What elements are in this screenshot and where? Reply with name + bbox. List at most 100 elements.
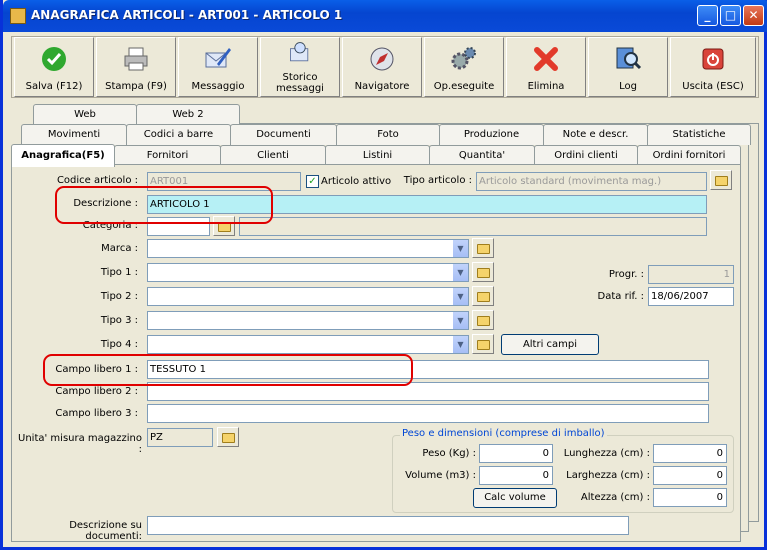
title-bar[interactable]: ANAGRAFICA ARTICOLI - ART001 - ARTICOLO … (3, 0, 767, 32)
close-button[interactable]: ✕ (743, 5, 764, 26)
message-search-icon (290, 42, 309, 62)
folder-icon (477, 244, 490, 254)
folder-icon (477, 268, 490, 278)
larghezza-field[interactable]: 0 (653, 466, 727, 485)
message-history-button[interactable]: Storico messaggi (260, 37, 340, 97)
annotation-ring-descrizione (55, 186, 273, 224)
tab-note-e-descr[interactable]: Note e descr. (543, 124, 648, 145)
tab-anagrafica[interactable]: Anagrafica(F5) (11, 144, 115, 167)
articolo-attivo-label: Articolo attivo (321, 176, 392, 187)
unita-misura-field[interactable]: PZ (147, 428, 213, 447)
tab-statistiche[interactable]: Statistiche (647, 124, 751, 145)
navigator-button[interactable]: Navigatore (342, 37, 422, 97)
operations-button[interactable]: Op.eseguite (424, 37, 504, 97)
delete-button[interactable]: Elimina (506, 37, 586, 97)
save-label: Salva (F12) (25, 81, 83, 92)
categoria-description (239, 217, 707, 236)
lunghezza-label: Lunghezza (cm) : (563, 448, 650, 459)
printer-icon (124, 47, 148, 71)
tipo1-select[interactable]: ▼ (147, 263, 469, 282)
message-pen-icon (205, 48, 231, 68)
annotation-ring-campo-libero-1 (43, 354, 413, 386)
unita-misura-label: Unita' misura magazzino : (18, 433, 142, 455)
peso-field[interactable]: 0 (479, 444, 553, 463)
data-rif-field[interactable]: 18/06/2007 (648, 287, 734, 306)
tipo-articolo-field[interactable]: Articolo standard (movimenta mag.) (476, 172, 707, 191)
peso-dimensioni-title: Peso e dimensioni (comprese di imballo) (400, 428, 607, 439)
compass-icon (370, 47, 394, 71)
gears-icon (451, 47, 476, 70)
calc-volume-button[interactable]: Calc volume (473, 488, 557, 508)
minimize-button[interactable]: _ (697, 5, 718, 26)
tipo3-browse-button[interactable] (472, 310, 494, 330)
peso-label: Peso (Kg) : (422, 448, 476, 459)
tab-produzione[interactable]: Produzione (439, 124, 544, 145)
progr-label: Progr. : (608, 269, 644, 280)
campo-libero-2-label: Campo libero 2 : (55, 386, 138, 397)
tab-listini[interactable]: Listini (325, 145, 430, 166)
check-icon (42, 47, 66, 71)
log-search-icon (616, 47, 642, 70)
save-button[interactable]: Salva (F12) (14, 37, 94, 97)
tab-quantita[interactable]: Quantita' (429, 145, 535, 166)
tipo4-select[interactable]: ▼ (147, 335, 469, 354)
altezza-label: Altezza (cm) : (580, 492, 650, 503)
campo-libero-3-field[interactable] (147, 404, 709, 423)
navigator-label: Navigatore (354, 81, 410, 92)
marca-browse-button[interactable] (472, 238, 494, 258)
exit-icon (702, 48, 724, 70)
operations-label: Op.eseguite (433, 81, 495, 92)
tipo1-label: Tipo 1 : (100, 267, 138, 278)
tab-ordini-fornitori[interactable]: Ordini fornitori (637, 145, 741, 166)
tipo4-browse-button[interactable] (472, 334, 494, 354)
exit-button[interactable]: Uscita (ESC) (670, 37, 756, 97)
tipo2-label: Tipo 2 : (100, 291, 138, 302)
tipo-articolo-label: Tipo articolo : (403, 175, 472, 186)
chevron-down-icon[interactable]: ▼ (452, 312, 468, 329)
folder-icon (715, 176, 728, 186)
lunghezza-field[interactable]: 0 (653, 444, 727, 463)
tab-foto[interactable]: Foto (336, 124, 440, 145)
tab-clienti[interactable]: Clienti (220, 145, 326, 166)
tab-ordini-clienti[interactable]: Ordini clienti (534, 145, 638, 166)
tipo3-select[interactable]: ▼ (147, 311, 469, 330)
chevron-down-icon[interactable]: ▼ (452, 264, 468, 281)
message-button[interactable]: Messaggio (178, 37, 258, 97)
larghezza-label: Larghezza (cm) : (566, 470, 650, 481)
marca-label: Marca : (101, 243, 138, 254)
progr-field[interactable]: 1 (648, 265, 734, 284)
tipo2-browse-button[interactable] (472, 286, 494, 306)
tab-fornitori[interactable]: Fornitori (114, 145, 221, 166)
tab-codici-a-barre[interactable]: Codici a barre (126, 124, 231, 145)
chevron-down-icon[interactable]: ▼ (452, 288, 468, 305)
log-label: Log (619, 81, 637, 92)
app-icon (10, 8, 26, 24)
tipo1-browse-button[interactable] (472, 262, 494, 282)
tab-movimenti[interactable]: Movimenti (21, 124, 127, 145)
articolo-attivo-checkbox[interactable]: ✓ (306, 175, 319, 188)
message-label: Messaggio (191, 81, 245, 92)
log-button[interactable]: Log (588, 37, 668, 97)
print-button[interactable]: Stampa (F9) (96, 37, 176, 97)
chevron-down-icon[interactable]: ▼ (452, 240, 468, 257)
tab-web-2[interactable]: Web 2 (136, 104, 240, 125)
altri-campi-button[interactable]: Altri campi (501, 334, 599, 355)
maximize-button[interactable]: □ (720, 5, 741, 26)
descrizione-documenti-field[interactable] (147, 516, 629, 535)
tab-documenti[interactable]: Documenti (230, 124, 337, 145)
print-label: Stampa (F9) (105, 81, 167, 92)
data-rif-label: Data rif. : (597, 291, 644, 302)
descrizione-documenti-label: Descrizione su documenti: (69, 520, 142, 542)
folder-icon (222, 433, 235, 443)
altezza-field[interactable]: 0 (653, 488, 727, 507)
tipo2-select[interactable]: ▼ (147, 287, 469, 306)
chevron-down-icon[interactable]: ▼ (452, 336, 468, 353)
volume-field[interactable]: 0 (479, 466, 553, 485)
tab-web[interactable]: Web (33, 104, 137, 125)
unita-misura-browse-button[interactable] (217, 427, 239, 447)
tipo3-label: Tipo 3 : (100, 315, 138, 326)
delete-x-icon (534, 47, 558, 71)
tipo-articolo-browse-button[interactable] (710, 170, 732, 190)
marca-select[interactable]: ▼ (147, 239, 469, 258)
folder-icon (477, 292, 490, 302)
